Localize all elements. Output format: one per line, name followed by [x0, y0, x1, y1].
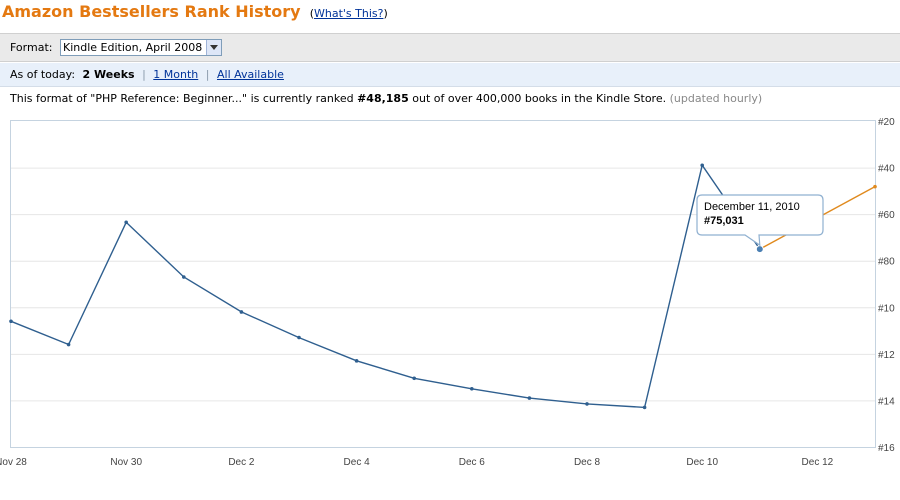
y-tick-label: #20 — [878, 117, 895, 128]
data-point — [527, 396, 532, 400]
divider: | — [142, 68, 146, 81]
header: Amazon Bestsellers Rank History (What's … — [2, 2, 388, 21]
page-title: Amazon Bestsellers Rank History — [2, 2, 301, 21]
range-bar: As of today: 2 Weeks | 1 Month | All Ava… — [0, 63, 900, 87]
rank-text-pre: This format of "PHP Reference: Beginner.… — [10, 92, 358, 105]
y-tick-label: #40 — [878, 164, 895, 175]
y-axis: #20 #40 #60 #80 #10 #12 #14 #16 — [878, 117, 895, 454]
whats-this-link[interactable]: What's This? — [314, 7, 383, 20]
rank-summary: This format of "PHP Reference: Beginner.… — [10, 92, 762, 105]
format-select[interactable]: Kindle Edition, April 2008 — [60, 39, 222, 56]
paren-close: ) — [383, 7, 388, 20]
x-tick-label: Dec 4 — [344, 457, 371, 468]
data-point — [873, 184, 877, 189]
range-1-month-link[interactable]: 1 Month — [153, 68, 198, 81]
updated-note: (updated hourly) — [669, 92, 763, 105]
data-point — [9, 319, 13, 324]
x-tick-label: Nov 30 — [110, 457, 142, 468]
x-tick-label: Dec 2 — [228, 457, 255, 468]
y-tick-label: #80 — [878, 257, 895, 268]
y-tick-label: #16 — [878, 443, 895, 454]
x-tick-label: Nov 28 — [0, 457, 27, 468]
x-tick-label: Dec 8 — [574, 457, 601, 468]
data-point — [124, 220, 128, 225]
x-tick-label: Dec 12 — [802, 457, 834, 468]
data-point — [700, 163, 704, 168]
data-point — [239, 310, 244, 314]
y-tick-label: #14 — [878, 396, 895, 407]
data-point — [297, 335, 301, 340]
current-rank: #48,185 — [357, 92, 409, 105]
highlight-point — [755, 245, 764, 254]
format-label: Format: — [10, 41, 53, 54]
tooltip-date: December 11, 2010 — [704, 201, 800, 213]
y-tick-label: #12 — [878, 350, 895, 361]
rank-history-chart: #20 #40 #60 #80 #10 #12 #14 #16 Nov 28 Nov 30 Dec… — [0, 117, 895, 468]
rank-text-post: out of over 400,000 books in the Kindle … — [408, 92, 667, 105]
divider: | — [205, 68, 210, 81]
whats-this: (What's This?) — [310, 7, 388, 20]
range-selector: As of today: 2 Weeks | 1 Month | All Ava… — [10, 68, 284, 81]
data-point — [642, 405, 647, 410]
format-select-value: Kindle Edition, April 2008 — [63, 41, 203, 54]
data-point — [585, 402, 589, 406]
data-point — [66, 342, 71, 347]
chevron-down-icon[interactable] — [206, 40, 221, 55]
data-point — [470, 386, 474, 391]
x-tick-label: Dec 10 — [686, 457, 718, 468]
data-point — [412, 376, 417, 381]
y-tick-label: #60 — [878, 210, 895, 221]
range-current: 2 Weeks — [82, 68, 135, 81]
range-label: As of today: — [10, 68, 76, 81]
x-tick-label: Dec 6 — [459, 457, 486, 468]
data-point — [354, 359, 359, 363]
plot-border — [10, 120, 876, 448]
format-bar: Format: Kindle Edition, April 2008 — [0, 33, 900, 62]
data-point — [182, 275, 186, 279]
y-tick-label: #10 — [878, 303, 895, 314]
tooltip-rank: #75,031 — [704, 215, 744, 227]
x-axis: Nov 28 Nov 30 Dec 2 Dec 4 Dec 6 Dec 8 Dec 10 De… — [0, 457, 834, 468]
range-all-link[interactable]: All Available — [217, 68, 284, 81]
